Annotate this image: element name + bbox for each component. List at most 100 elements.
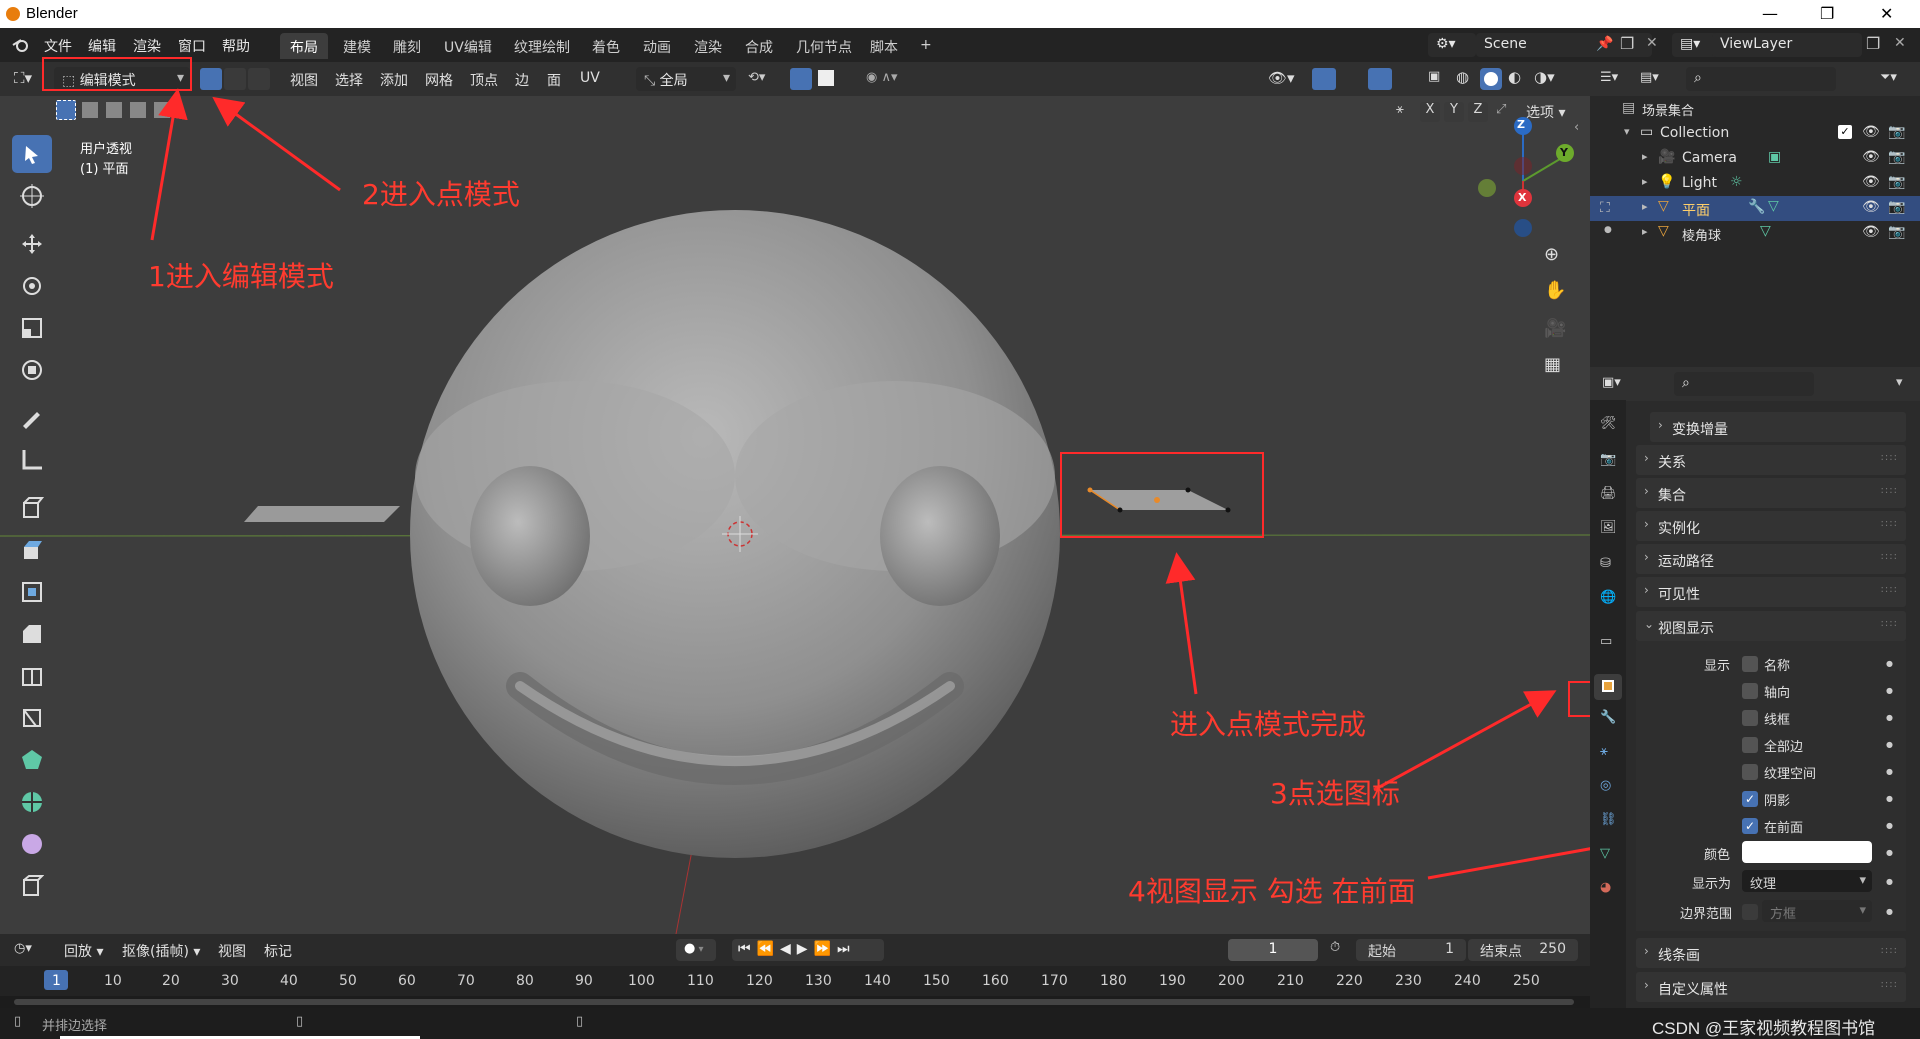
properties-editor-type-icon[interactable]: ▣▾ [1602,375,1621,390]
filter-icon[interactable]: ⏷▾ [1880,70,1897,85]
scene-collection-label: 场景集合 [1642,104,1695,119]
record-button[interactable]: ● ▾ [676,939,716,961]
object-tab-icon[interactable] [1594,674,1622,700]
mesh-data-icon[interactable]: ▽ [1760,223,1771,239]
panel-visibility-label: 可见性 [1658,587,1700,603]
view-layer-tab-icon[interactable]: 🖼 [1600,520,1617,535]
timeline-scrollbar[interactable] [0,996,1590,1008]
expand-icon[interactable]: ▸ [1642,175,1648,188]
properties-search-input[interactable]: ⌕ [1674,372,1814,396]
light-data-icon[interactable]: ☼ [1730,174,1743,190]
timeline-editor-icon[interactable]: ◷▾ [14,941,32,956]
edit-mode-icon[interactable]: ⛶ [1600,200,1610,216]
expand-icon[interactable]: ▸ [1642,225,1648,238]
outliner-row-collection[interactable]: ▾ ▭ Collection ✓ 👁 📷 [1590,121,1920,146]
camera-object-icon: 🎥 [1658,149,1676,165]
expand-icon[interactable]: ▸ [1642,200,1648,213]
end-frame-field[interactable]: 结束点 250 [1468,939,1578,961]
panel-collections-label: 集合 [1658,488,1686,504]
panel-motion-paths[interactable]: › 运动路径:::: [1636,544,1906,574]
eye-icon[interactable]: 👁 [1862,224,1880,240]
light-object-icon: 💡 [1658,174,1676,190]
camera-render-icon[interactable]: 📷 [1888,199,1905,215]
outliner-search-input[interactable]: ⌕ [1686,67,1836,91]
outliner-row-sphere[interactable]: ● ▸ ▽ 棱角球 ▽ 👁 📷 [1590,221,1920,246]
eye-icon[interactable]: 👁 [1862,199,1880,215]
eye-icon[interactable]: 👁 [1862,174,1880,190]
data-tab-icon[interactable]: ▽ [1600,846,1610,861]
in-front-checkbox[interactable]: ✓ [1742,818,1758,834]
camera-render-icon[interactable]: 📷 [1888,224,1905,240]
panel-collections[interactable]: › 集合:::: [1636,478,1906,508]
playback-controls[interactable]: ⏮⏪◀▶⏩⏭ [732,939,884,961]
camera-render-icon[interactable]: 📷 [1888,124,1905,140]
keyframe-dot-icon: ● [1886,848,1893,857]
world-tab-icon[interactable]: 🌐 [1600,590,1616,605]
name-checkbox[interactable] [1742,656,1758,672]
outliner-row-plane[interactable]: ⛶ ▸ ▽ 平面 🔧 ▽ 👁 📷 [1590,196,1920,221]
outliner-row-camera[interactable]: ▸ 🎥 Camera ▣ 👁 📷 [1590,146,1920,171]
camera-render-icon[interactable]: 📷 [1888,174,1905,190]
collection-tab-icon[interactable]: ▭ [1600,634,1612,649]
shadow-checkbox[interactable]: ✓ [1742,791,1758,807]
panel-delta-transform[interactable]: › 变换增量 [1650,412,1906,442]
outliner-row-light[interactable]: ▸ 💡 Light ☼ 👁 📷 [1590,171,1920,196]
tool-tab-icon[interactable]: 🛠 [1600,416,1617,431]
bounds-label: 边界范围 [1680,907,1733,922]
mesh-data-icon[interactable]: ▽ [1768,198,1779,214]
camera-render-icon[interactable]: 📷 [1888,149,1905,165]
collection-label: Collection [1660,125,1730,141]
eye-icon[interactable]: 👁 [1862,124,1880,140]
wireframe-checkbox[interactable] [1742,710,1758,726]
bounds-checkbox[interactable] [1742,904,1758,920]
properties-options-icon[interactable]: ▾ [1896,375,1903,390]
current-frame-field[interactable]: 1 [1228,939,1318,961]
outliner-editor-type-icon[interactable]: ☰▾ [1600,70,1618,85]
bounds-dropdown[interactable]: 方框 ▾ [1762,900,1872,922]
scene-tab-icon[interactable]: ⛁ [1600,556,1611,571]
camera-data-icon[interactable]: ▣ [1768,149,1781,165]
menu-marker[interactable]: 标记 [264,941,292,961]
render-tab-icon[interactable]: 📷 [1600,452,1616,467]
color-swatch[interactable] [1742,841,1872,863]
menu-timeline-view[interactable]: 视图 [218,941,246,961]
annotation-in-front: 4视图显示 勾选 在前面 [1128,875,1416,908]
panel-custom-properties[interactable]: › 自定义属性:::: [1636,972,1906,1002]
particles-tab-icon[interactable]: ⚹ [1600,744,1608,759]
outliner-panel: ▤ 场景集合 ▾ ▭ Collection ✓ 👁 📷 ▸ 🎥 Camera ▣… [1590,62,1920,367]
physics-tab-icon[interactable]: ◎ [1600,778,1611,793]
panel-relations[interactable]: › 关系:::: [1636,445,1906,475]
all-edges-checkbox[interactable] [1742,737,1758,753]
show-label: 显示 [1704,659,1731,674]
wireframe-checkbox-label: 线框 [1764,713,1791,728]
expand-icon[interactable]: ▸ [1642,150,1648,163]
frame-tick: 130 [805,973,832,989]
dot-icon: ● [1604,225,1612,235]
material-tab-icon[interactable]: ◕ [1600,880,1611,895]
end-frame-label: 结束点 [1480,944,1522,960]
constraints-tab-icon[interactable]: ⛓ [1600,812,1617,827]
texture-space-checkbox[interactable] [1742,764,1758,780]
menu-keying[interactable]: 抠像(插帧) ▾ [122,941,200,961]
start-frame-field[interactable]: 起始 1 [1356,939,1466,961]
axes-checkbox[interactable] [1742,683,1758,699]
modifier-tab-icon[interactable]: 🔧 [1600,710,1616,725]
mesh-object-icon: ▽ [1658,198,1669,214]
output-tab-icon[interactable]: 🖨 [1600,486,1617,501]
frame-tick: 230 [1395,973,1422,989]
panel-viewport-display[interactable]: ⌄ 视图显示:::: [1636,611,1906,641]
display-mode-icon[interactable]: ▤▾ [1640,70,1659,85]
exclude-checkbox[interactable]: ✓ [1838,125,1852,139]
modifier-icon[interactable]: 🔧 [1748,199,1765,215]
eye-icon[interactable]: 👁 [1862,149,1880,165]
preview-range-icon[interactable]: ⏱ [1330,940,1340,955]
menu-playback[interactable]: 回放 ▾ [64,941,103,961]
timeline-ruler[interactable]: 1 10 20 30 40 50 60 70 80 90 100 110 120… [0,966,1590,996]
outliner-scene-collection[interactable]: ▤ 场景集合 [1590,96,1920,121]
panel-line-art[interactable]: › 线条画:::: [1636,938,1906,968]
expand-icon[interactable]: ▾ [1624,125,1630,138]
panel-instancing[interactable]: › 实例化:::: [1636,511,1906,541]
panel-visibility[interactable]: › 可见性:::: [1636,577,1906,607]
keyframe-dot-icon: ● [1886,907,1893,916]
display-as-dropdown[interactable]: 纹理 ▾ [1742,870,1872,892]
